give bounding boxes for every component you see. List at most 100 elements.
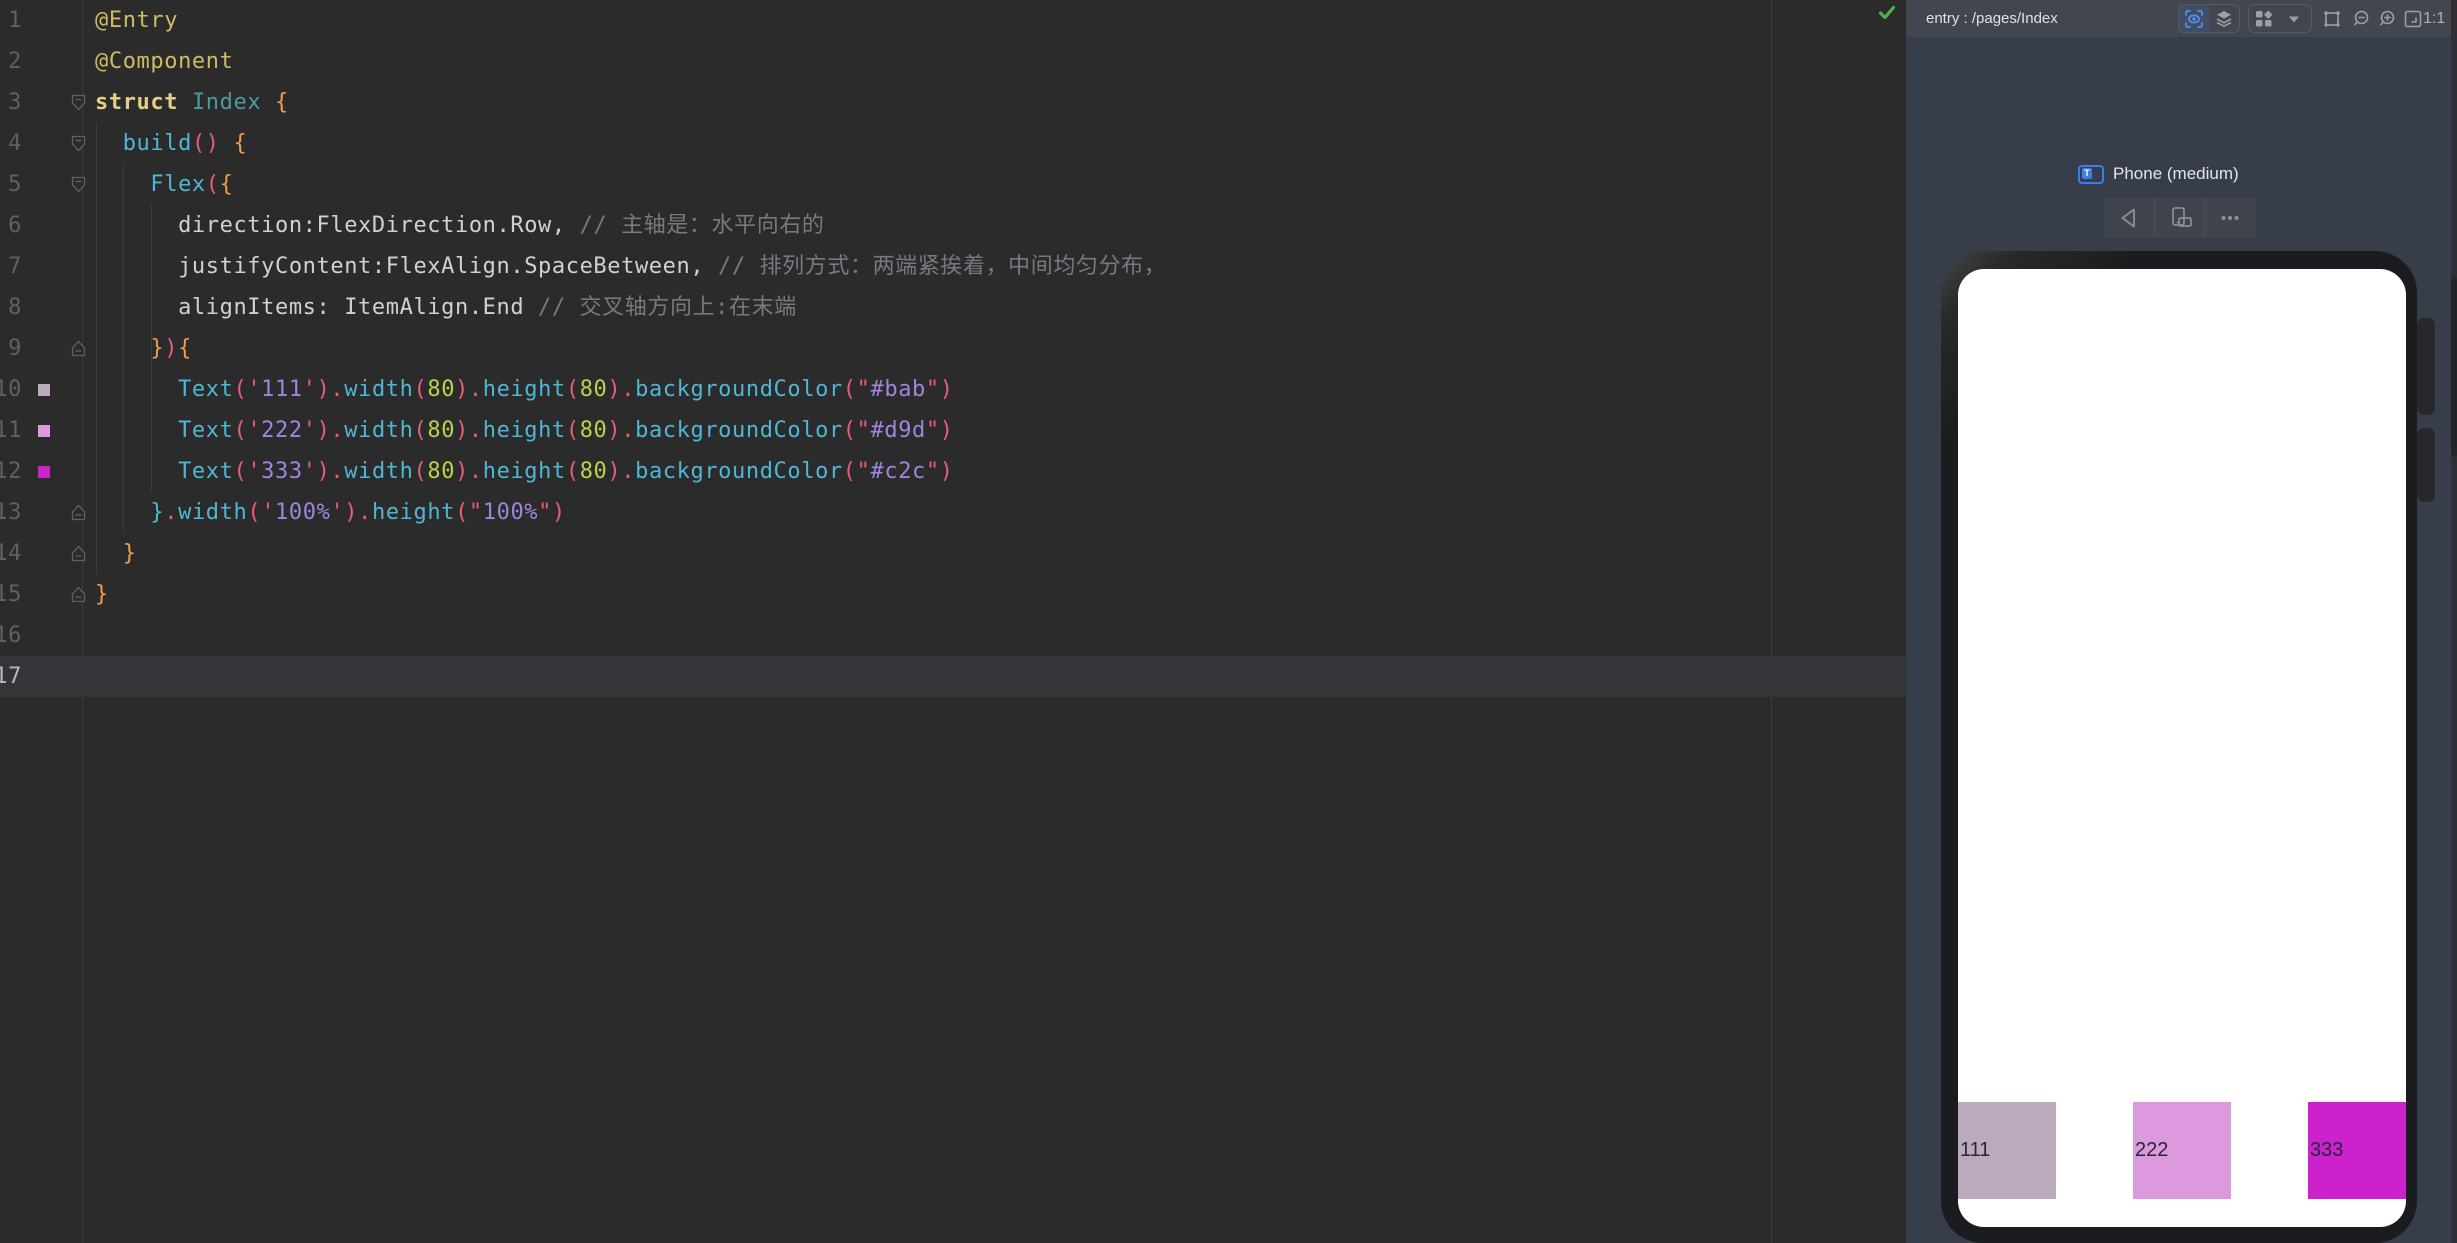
device-label: Phone (medium) <box>2113 164 2239 184</box>
rotate-device-icon <box>2164 202 2196 234</box>
code-text: direction:FlexDirection.Row, // 主轴是：水平向右… <box>95 205 825 246</box>
fold-marker-icon[interactable] <box>71 586 86 608</box>
code-line[interactable]: 8 alignItems: ItemAlign.End // 交叉轴方向上:在末… <box>0 287 1906 328</box>
code-text: justifyContent:FlexAlign.SpaceBetween, /… <box>95 246 1166 287</box>
gutter-color-swatch[interactable] <box>38 466 50 478</box>
line-number: 9 <box>0 328 22 369</box>
zoom-ratio-label[interactable]: 1:1 <box>2423 0 2445 37</box>
phone-volume-button <box>2417 318 2435 415</box>
code-text: Flex({ <box>95 164 234 205</box>
line-number: 14 <box>0 533 22 574</box>
code-line[interactable]: 12 Text('333').width(80).height(80).back… <box>0 451 1906 492</box>
line-number: 16 <box>0 615 22 656</box>
code-line[interactable]: 5 Flex({ <box>0 164 1906 205</box>
fold-marker-icon[interactable] <box>71 176 86 198</box>
line-number: 11 <box>0 410 22 451</box>
flex-text-box: 222 <box>2133 1102 2231 1199</box>
code-text: Text('111').width(80).height(80).backgro… <box>95 369 954 410</box>
code-line[interactable]: 7 justifyContent:FlexAlign.SpaceBetween,… <box>0 246 1906 287</box>
line-number: 13 <box>0 492 22 533</box>
line-number: 17 <box>0 656 22 697</box>
previewer-scrollbar-thumb[interactable] <box>2451 277 2457 457</box>
flex-text-box-label: 222 <box>2135 1139 2168 1162</box>
fold-marker-icon[interactable] <box>71 94 86 116</box>
previewer-device-toolbar <box>2104 198 2256 238</box>
code-line[interactable]: 6 direction:FlexDirection.Row, // 主轴是：水平… <box>0 205 1906 246</box>
phone-device-frame: 111 222 333 <box>1941 251 2417 1243</box>
previous-device-button[interactable] <box>2104 198 2154 238</box>
line-number: 8 <box>0 287 22 328</box>
layers-button[interactable] <box>2209 5 2239 32</box>
rotate-device-button[interactable] <box>2154 198 2204 238</box>
artboard-frame-icon <box>2322 9 2342 29</box>
flex-text-box: 111 <box>1958 1102 2056 1199</box>
code-text: @Entry <box>95 0 178 41</box>
fit-to-screen-icon <box>2403 9 2423 29</box>
code-text: struct Index { <box>95 82 289 123</box>
code-line[interactable]: 9 }){ <box>0 328 1906 369</box>
component-grid-icon <box>2254 9 2274 29</box>
layers-icon <box>2214 9 2234 29</box>
device-selector-row[interactable]: T Phone (medium) <box>2078 160 2239 188</box>
line-number: 2 <box>0 41 22 82</box>
more-options-button[interactable] <box>2204 198 2254 238</box>
code-line[interactable]: 11 Text('222').width(80).height(80).back… <box>0 410 1906 451</box>
gutter-color-swatch[interactable] <box>38 384 50 396</box>
inspect-eye-icon <box>2184 9 2204 29</box>
line-number: 5 <box>0 164 22 205</box>
phone-power-button <box>2417 428 2435 502</box>
code-line[interactable]: 1@Entry <box>0 0 1906 41</box>
previewer-scrollbar-track[interactable] <box>2451 0 2457 1243</box>
code-line[interactable]: 10 Text('111').width(80).height(80).back… <box>0 369 1906 410</box>
gutter-color-swatch[interactable] <box>38 425 50 437</box>
chevron-down-icon <box>2287 12 2301 26</box>
fold-marker-icon[interactable] <box>71 504 86 526</box>
code-line[interactable]: 2 @Component <box>0 41 1906 82</box>
artboard-frame-button[interactable] <box>2318 4 2346 33</box>
code-text: @Component <box>95 41 233 82</box>
line-number: 15 <box>0 574 22 615</box>
code-text: alignItems: ItemAlign.End // 交叉轴方向上:在末端 <box>95 287 797 328</box>
code-line[interactable]: 13 }.width('100%').height("100%") <box>0 492 1906 533</box>
previewer-panel: entry : /pages/Index <box>1906 0 2457 1243</box>
code-area[interactable]: 1@Entry2@Component3struct Index {4 build… <box>0 0 1906 697</box>
line-number: 12 <box>0 451 22 492</box>
zoom-out-button[interactable] <box>2347 4 2375 33</box>
code-text: } <box>95 533 137 574</box>
line-number: 4 <box>0 123 22 164</box>
more-dots-icon <box>2214 202 2246 234</box>
ide-window: 1@Entry2@Component3struct Index {4 build… <box>0 0 2457 1243</box>
code-line[interactable]: 16 <box>0 615 1906 656</box>
code-text: Text('333').width(80).height(80).backgro… <box>95 451 954 492</box>
flex-text-box: 333 <box>2308 1102 2406 1199</box>
code-line[interactable]: 15} <box>0 574 1906 615</box>
line-number: 6 <box>0 205 22 246</box>
previewer-page-title: entry : /pages/Index <box>1926 0 2058 37</box>
inspect-toggle-group <box>2178 4 2240 33</box>
fold-marker-icon[interactable] <box>71 545 86 567</box>
zoom-in-button[interactable] <box>2373 4 2401 33</box>
code-text: }.width('100%').height("100%") <box>95 492 566 533</box>
code-text: build() { <box>95 123 247 164</box>
line-number: 3 <box>0 82 22 123</box>
zoom-in-icon <box>2377 9 2397 29</box>
code-editor-pane[interactable]: 1@Entry2@Component3struct Index {4 build… <box>0 0 1906 1243</box>
dropdown-arrow-button[interactable] <box>2279 5 2309 32</box>
inspection-ok-checkmark-icon[interactable] <box>1878 4 1896 26</box>
code-line[interactable]: 3 struct Index { <box>0 82 1906 123</box>
flex-text-box-label: 111 <box>1960 1139 1990 1162</box>
component-view-group <box>2248 4 2312 33</box>
fold-marker-icon[interactable] <box>71 135 86 157</box>
code-text: } <box>95 574 109 615</box>
inspect-eye-button[interactable] <box>2179 5 2209 32</box>
code-line[interactable]: 14 } <box>0 533 1906 574</box>
code-line[interactable]: 17 <box>0 656 1906 697</box>
component-grid-button[interactable] <box>2249 5 2279 32</box>
line-number: 10 <box>0 369 22 410</box>
device-type-badge-icon: T <box>2078 165 2104 184</box>
triangle-left-icon <box>2113 202 2145 234</box>
phone-screen[interactable]: 111 222 333 <box>1958 269 2406 1227</box>
fold-marker-icon[interactable] <box>71 340 86 362</box>
code-line[interactable]: 4 build() { <box>0 123 1906 164</box>
line-number: 7 <box>0 246 22 287</box>
